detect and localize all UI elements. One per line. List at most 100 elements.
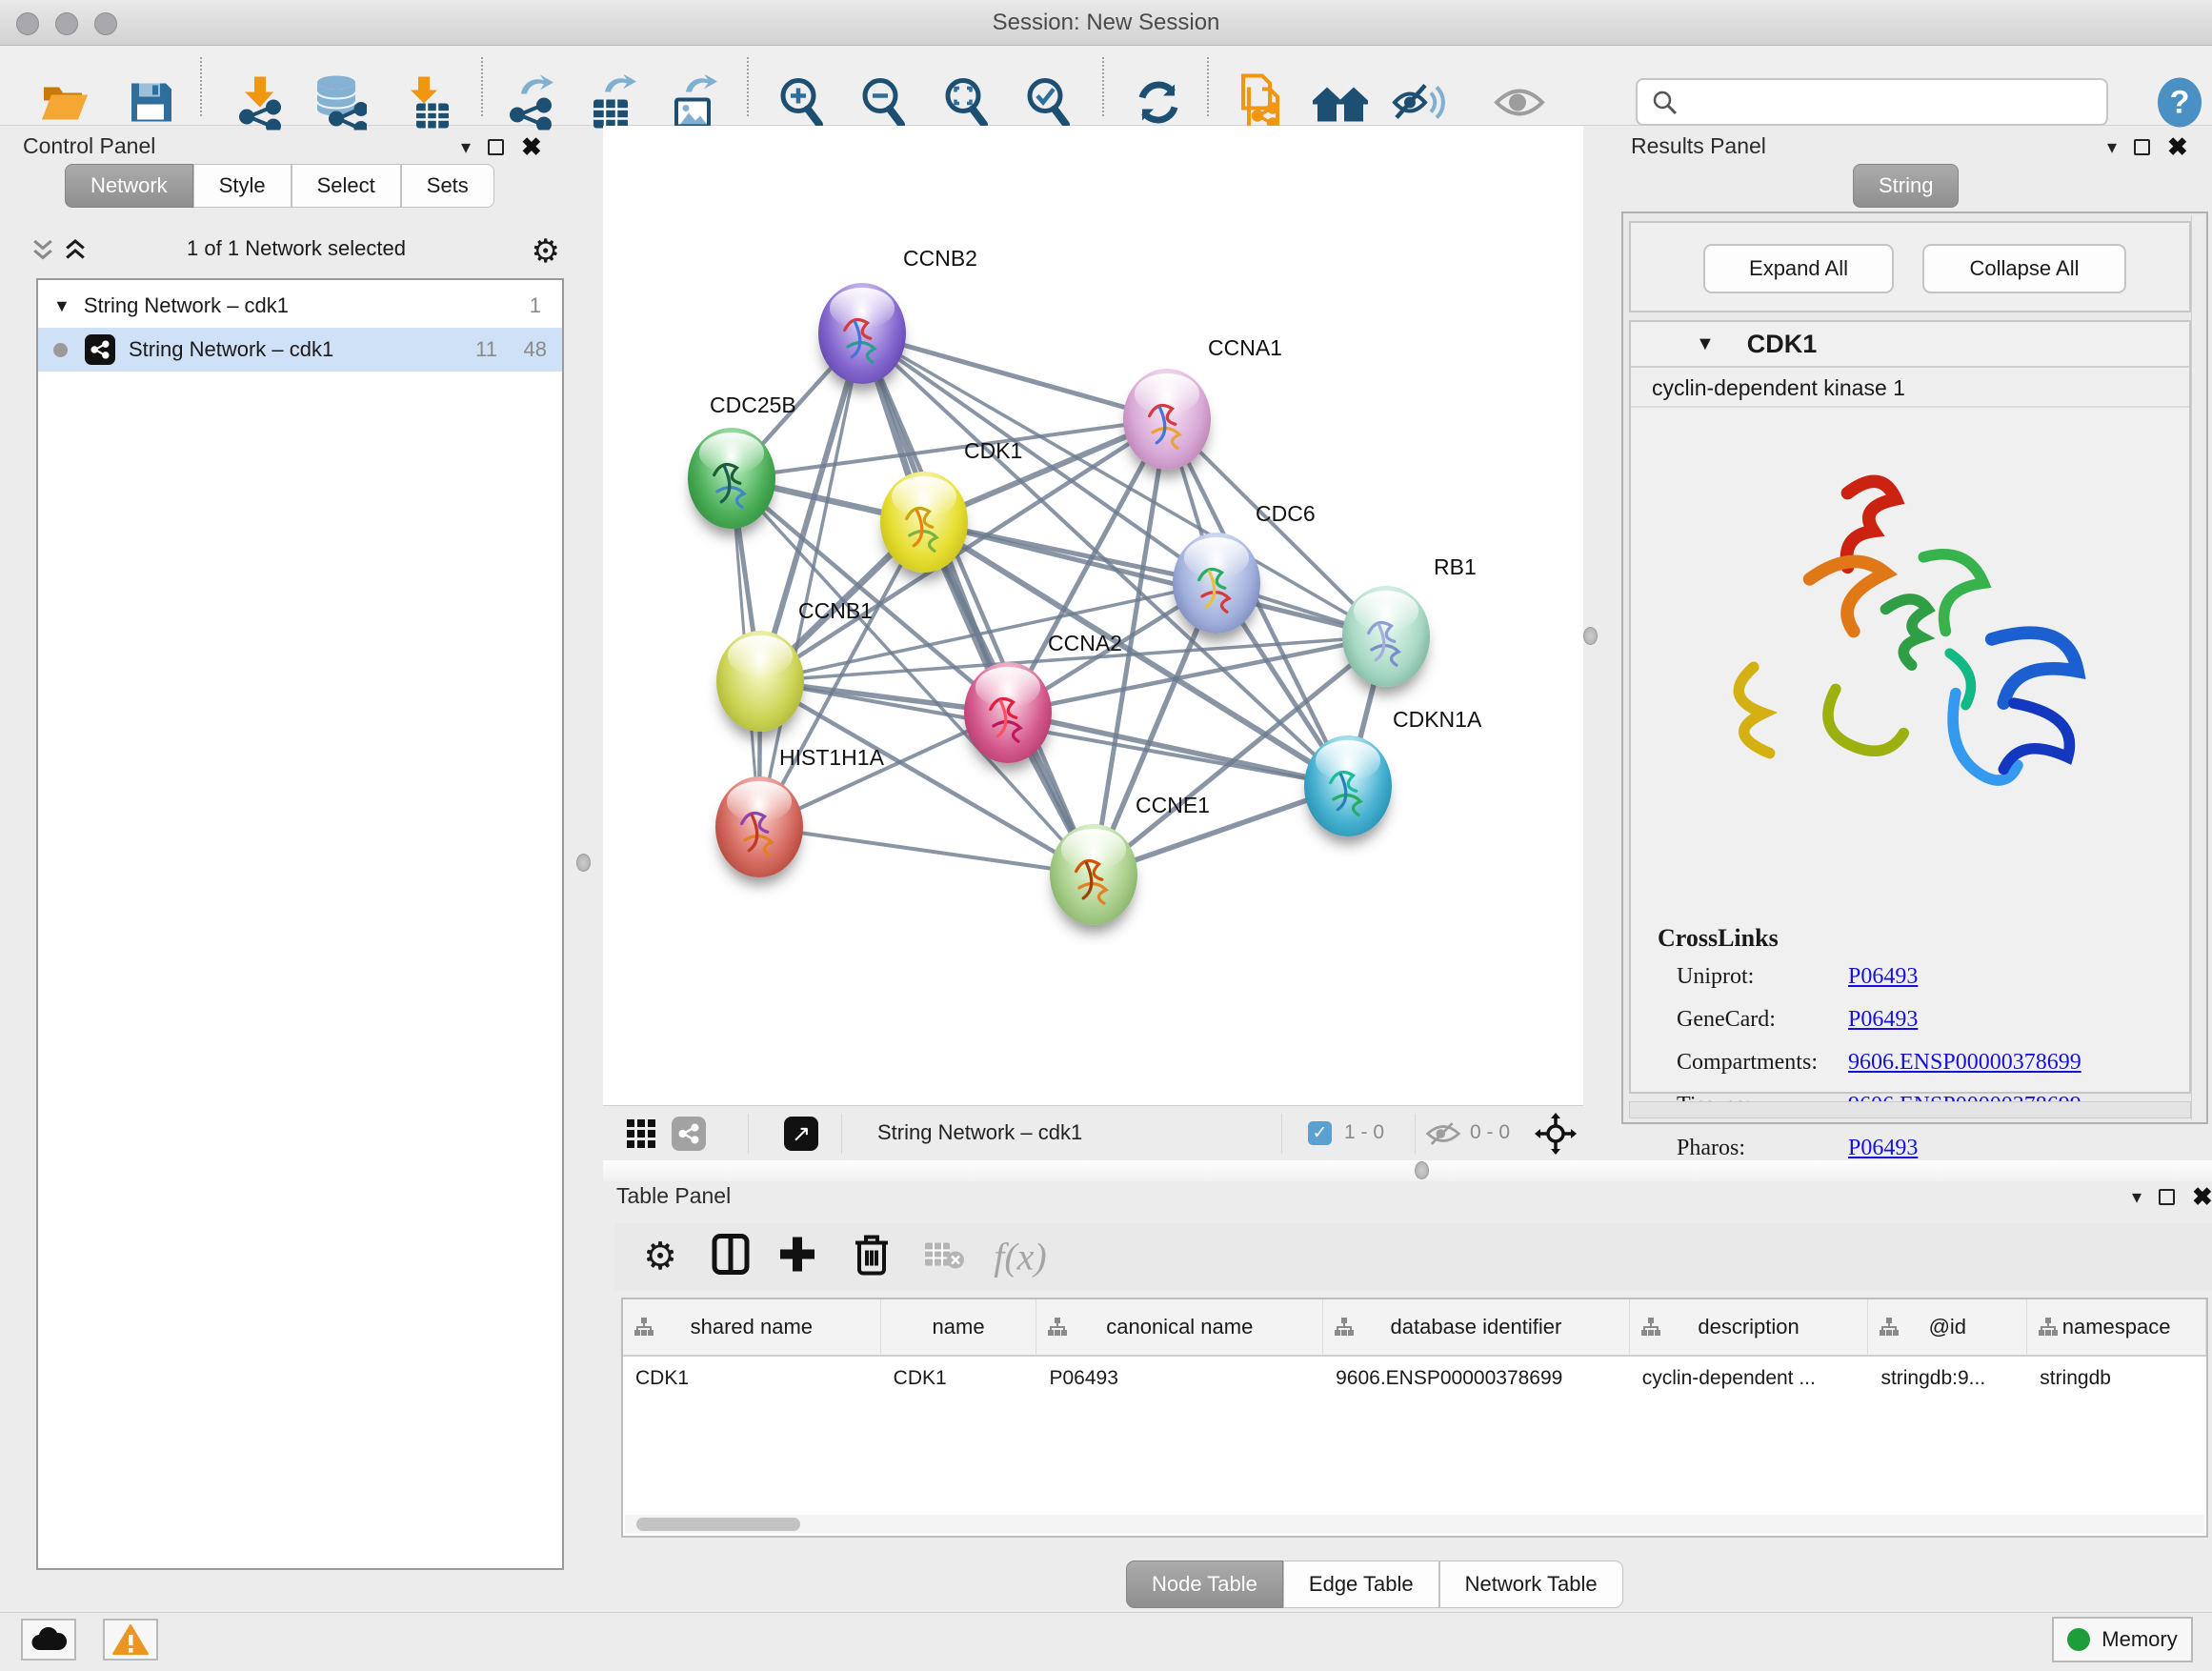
- tab-string[interactable]: String: [1853, 164, 1959, 208]
- show-columns-icon[interactable]: [712, 1234, 750, 1280]
- protein-node-cdkn1a[interactable]: [1304, 735, 1392, 836]
- table-settings-gear-icon[interactable]: ⚙: [643, 1235, 677, 1278]
- gene-header-row[interactable]: ▼ CDK1: [1631, 322, 2189, 368]
- tab-network[interactable]: Network: [65, 164, 193, 208]
- tab-sets[interactable]: Sets: [401, 164, 494, 208]
- column-header-shared-name[interactable]: shared name: [623, 1299, 881, 1355]
- refresh-icon[interactable]: [1133, 77, 1184, 133]
- export-network-icon[interactable]: [504, 75, 555, 135]
- column-header-label: shared name: [691, 1315, 813, 1339]
- delete-table-icon[interactable]: [923, 1238, 965, 1277]
- right-splitter-handle[interactable]: [1583, 627, 1598, 645]
- results-panel-collapse-icon[interactable]: ▾: [2107, 135, 2117, 159]
- protein-node-hist1h1a[interactable]: [715, 776, 803, 877]
- create-column-icon[interactable]: [778, 1236, 816, 1278]
- protein-node-ccnb2[interactable]: [818, 283, 906, 384]
- crosslink-link[interactable]: P06493: [1848, 1136, 1918, 1161]
- horizontal-splitter-handle[interactable]: [1415, 1161, 1429, 1179]
- pan-crosshair-icon[interactable]: [1535, 1113, 1577, 1155]
- left-splitter-handle[interactable]: [576, 854, 591, 872]
- import-table-file-icon[interactable]: [403, 75, 451, 135]
- results-vertical-scrollbar[interactable]: [2191, 215, 2204, 1120]
- node-table: shared name namecanonical namedatabase id…: [621, 1298, 2208, 1538]
- table-row[interactable]: CDK1CDK1P064939606.ENSP00000378699cyclin…: [623, 1357, 2206, 1400]
- protein-node-ccne1[interactable]: [1050, 824, 1137, 925]
- tab-style[interactable]: Style: [193, 164, 292, 208]
- table-cell[interactable]: stringdb: [2027, 1357, 2206, 1400]
- crosslink-link[interactable]: P06493: [1848, 1007, 1918, 1033]
- import-network-database-icon[interactable]: [312, 75, 367, 135]
- memory-button[interactable]: Memory: [2052, 1617, 2193, 1662]
- node-label-cdk1: CDK1: [964, 438, 1022, 464]
- collection-caret-icon[interactable]: ▼: [53, 296, 70, 316]
- hide-selected-icon[interactable]: [1391, 80, 1446, 131]
- cloud-status-button[interactable]: [21, 1619, 76, 1661]
- detach-view-icon[interactable]: ↗: [784, 1117, 818, 1151]
- table-cell[interactable]: cyclin-dependent ...: [1630, 1357, 1869, 1400]
- network-type-icon: [85, 334, 115, 365]
- import-network-file-icon[interactable]: [233, 75, 285, 135]
- horizontal-splitter[interactable]: [603, 1160, 2212, 1181]
- table-panel-close-icon[interactable]: ✖: [2192, 1189, 2212, 1205]
- tab-select[interactable]: Select: [292, 164, 401, 208]
- column-namespace-icon: [1878, 1316, 1900, 1339]
- network-row[interactable]: String Network – cdk1 11 48: [38, 328, 562, 372]
- column-header-database-identifier[interactable]: database identifier: [1323, 1299, 1630, 1355]
- table-horizontal-scrollbar[interactable]: [625, 1515, 2204, 1534]
- crosslink-link[interactable]: 9606.ENSP00000378699: [1848, 1050, 2081, 1076]
- gene-caret-icon[interactable]: ▼: [1696, 333, 1715, 355]
- column-namespace-icon: [633, 1316, 655, 1339]
- selected-checkbox-icon[interactable]: ✓: [1308, 1121, 1332, 1145]
- control-panel-float-icon[interactable]: [488, 139, 504, 155]
- table-cell[interactable]: CDK1: [623, 1357, 881, 1400]
- column-header-canonical-name[interactable]: canonical name: [1036, 1299, 1323, 1355]
- open-session-icon[interactable]: [40, 80, 90, 131]
- crosslink-link[interactable]: P06493: [1848, 964, 1918, 990]
- protein-node-cdc6[interactable]: [1173, 533, 1260, 634]
- protein-node-ccnb1[interactable]: [716, 631, 804, 732]
- table-cell[interactable]: stringdb:9...: [1868, 1357, 2027, 1400]
- search-field[interactable]: [1636, 78, 2108, 126]
- collapse-all-button[interactable]: Collapse All: [1922, 244, 2126, 293]
- results-panel-close-icon[interactable]: ✖: [2167, 139, 2188, 155]
- warnings-button[interactable]: [103, 1619, 158, 1661]
- crosslink-label: Uniprot:: [1677, 964, 1754, 989]
- string-home-icon[interactable]: [1311, 80, 1370, 131]
- tab-node-table[interactable]: Node Table: [1126, 1560, 1283, 1608]
- delete-column-trash-icon[interactable]: [854, 1234, 890, 1280]
- table-cell[interactable]: 9606.ENSP00000378699: [1323, 1357, 1630, 1400]
- table-panel-collapse-icon[interactable]: ▾: [2132, 1185, 2142, 1209]
- column-header-name[interactable]: name: [881, 1299, 1037, 1355]
- results-horizontal-scrollbar[interactable]: [1629, 1101, 2191, 1118]
- help-icon[interactable]: ?: [2156, 77, 2203, 133]
- control-panel-collapse-icon[interactable]: ▾: [461, 135, 471, 159]
- protein-node-cdk1[interactable]: [880, 472, 968, 573]
- protein-node-cdc25b[interactable]: [688, 428, 775, 529]
- table-scrollbar-thumb[interactable]: [636, 1518, 800, 1531]
- search-input[interactable]: [1687, 82, 2097, 122]
- network-canvas[interactable]: CCNB2CCNA1CDC25BCDK1CDC6RB1CCNB1CCNA2CDK…: [603, 126, 1583, 1105]
- column-header-namespace[interactable]: namespace: [2027, 1299, 2206, 1355]
- control-panel-close-icon[interactable]: ✖: [521, 139, 542, 155]
- network-overview-share-icon[interactable]: [672, 1117, 706, 1151]
- table-cell[interactable]: P06493: [1036, 1357, 1323, 1400]
- expand-all-button[interactable]: Expand All: [1703, 244, 1894, 293]
- birdseye-grid-icon[interactable]: [626, 1118, 656, 1149]
- tab-network-table[interactable]: Network Table: [1439, 1560, 1623, 1608]
- column-header-description[interactable]: description: [1630, 1299, 1869, 1355]
- protein-node-ccna1[interactable]: [1123, 369, 1211, 470]
- save-session-icon[interactable]: [128, 80, 173, 131]
- table-cell[interactable]: CDK1: [881, 1357, 1037, 1400]
- results-panel-float-icon[interactable]: [2134, 139, 2150, 155]
- show-all-icon[interactable]: [1493, 82, 1546, 129]
- function-builder-icon[interactable]: f(x): [994, 1235, 1047, 1279]
- toolbar-separator: [481, 57, 483, 116]
- tab-edge-table[interactable]: Edge Table: [1283, 1560, 1439, 1608]
- network-tree-toolbar: 1 of 1 Network selected ⚙: [29, 227, 564, 276]
- protein-node-ccna2[interactable]: [964, 662, 1052, 763]
- column-header--id[interactable]: @id: [1868, 1299, 2027, 1355]
- table-panel-float-icon[interactable]: [2159, 1189, 2175, 1205]
- network-collection-row[interactable]: ▼ String Network – cdk1 1: [38, 284, 562, 328]
- protein-node-rb1[interactable]: [1342, 586, 1430, 687]
- network-options-gear-icon[interactable]: ⚙: [532, 232, 560, 271]
